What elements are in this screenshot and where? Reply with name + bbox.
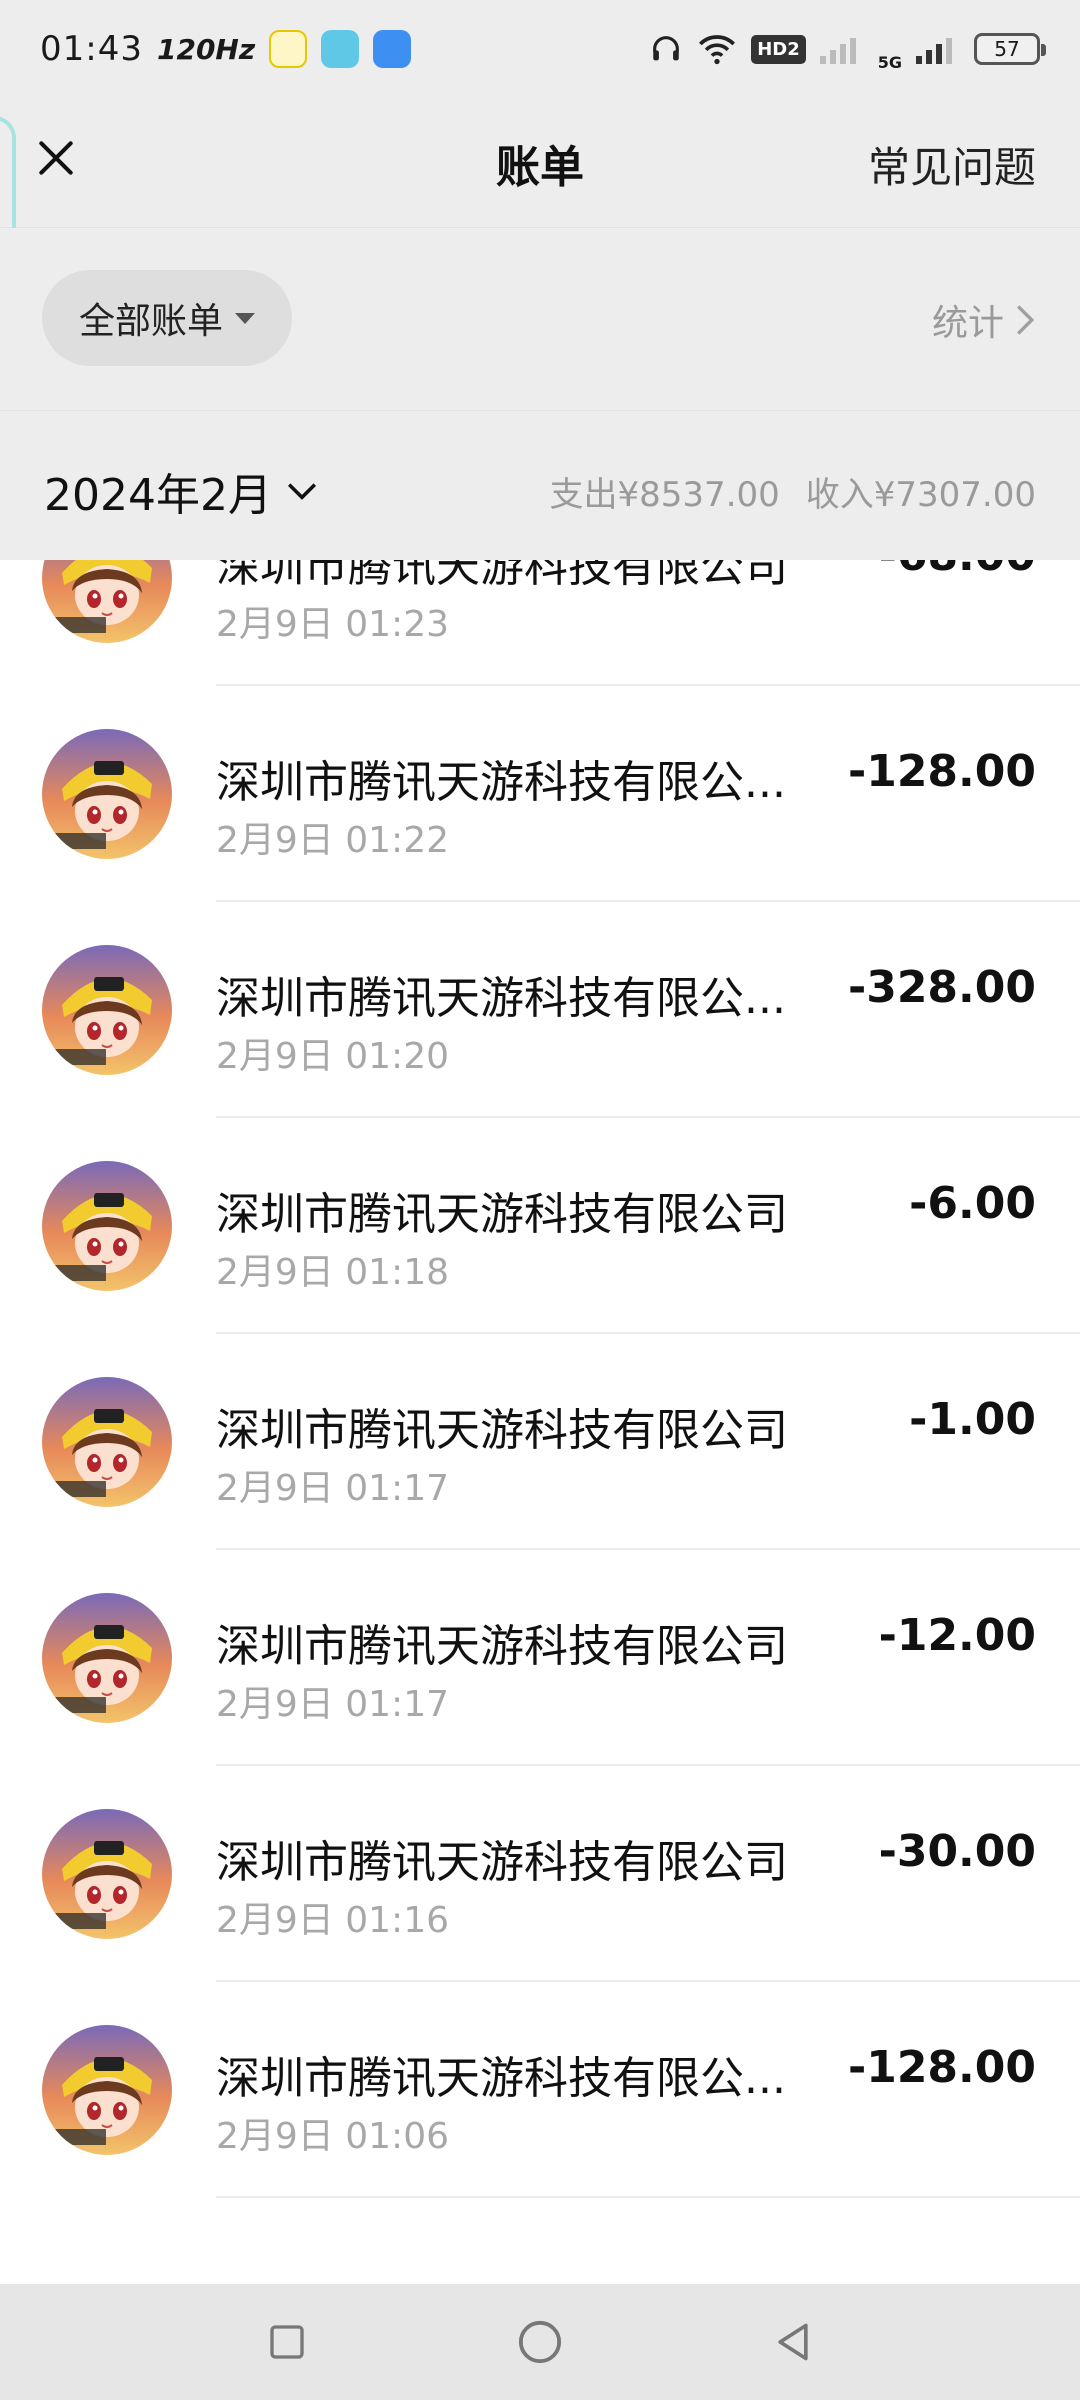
- income-total: 收入¥7307.00: [805, 475, 1036, 515]
- transaction-amount: -128.00: [847, 746, 1036, 797]
- merchant-name: 深圳市腾讯天游科技有限公司: [216, 1621, 788, 1672]
- stats-link[interactable]: 统计: [932, 294, 1036, 346]
- refresh-rate: 120Hz: [156, 32, 256, 66]
- close-icon: [39, 141, 73, 175]
- merchant-avatar: [42, 729, 172, 859]
- merchant-avatar: [42, 945, 172, 1075]
- close-button[interactable]: [28, 130, 84, 186]
- network-type: 5G: [877, 52, 902, 72]
- transaction-row[interactable]: 深圳市腾讯天游科技有限公... 2月9日 01:22 -128.00: [0, 686, 1080, 902]
- merchant-name: 深圳市腾讯天游科技有限公...: [216, 2053, 786, 2104]
- caret-down-icon: [235, 312, 255, 324]
- transaction-row[interactable]: 深圳市腾讯天游科技有限公司 2月9日 01:17 -1.00: [0, 1334, 1080, 1550]
- merchant-avatar: [42, 1161, 172, 1291]
- transaction-row[interactable]: 深圳市腾讯天游科技有限公司 2月9日 01:17 -12.00: [0, 1550, 1080, 1766]
- transaction-row[interactable]: 深圳市腾讯天游科技有限公司 2月9日 01:23 -68.00: [0, 560, 1080, 686]
- circle-icon: [518, 2320, 562, 2364]
- notification-app-icon: [269, 30, 308, 68]
- battery-level: 57: [994, 37, 1020, 61]
- filter-bar: 全部账单 统计: [0, 228, 1080, 410]
- chevron-down-icon: [287, 483, 317, 500]
- expense-total: 支出¥8537.00: [549, 475, 780, 515]
- transaction-amount: -68.00: [879, 560, 1036, 581]
- all-bills-filter-button[interactable]: 全部账单: [42, 270, 292, 366]
- month-totals: 支出¥8537.00 收入¥7307.00: [550, 467, 1036, 516]
- month-label: 2024年2月: [44, 470, 272, 521]
- status-time: 01:43: [40, 29, 143, 69]
- nav-header: 账单 常见问题: [0, 98, 1080, 228]
- transaction-row[interactable]: 深圳市腾讯天游科技有限公司 2月9日 01:18 -6.00: [0, 1118, 1080, 1334]
- transaction-time: 2月9日 01:18: [216, 1252, 449, 1293]
- transaction-amount: -328.00: [847, 962, 1036, 1013]
- screen: 01:43 120Hz HD2 5G 57 账单 常见问题 全部账单 统计 20…: [0, 0, 1080, 2400]
- system-nav-bar: [0, 2284, 1080, 2400]
- month-picker[interactable]: 2024年2月: [44, 459, 318, 523]
- transaction-time: 2月9日 01:23: [216, 604, 449, 645]
- chevron-right-icon: [1016, 305, 1035, 335]
- faq-link[interactable]: 常见问题: [868, 134, 1036, 195]
- stats-label: 统计: [931, 303, 1004, 344]
- merchant-name: 深圳市腾讯天游科技有限公...: [216, 757, 786, 808]
- status-bar: 01:43 120Hz HD2 5G 57: [0, 0, 1080, 98]
- all-bills-label: 全部账单: [78, 301, 223, 342]
- square-icon: [269, 2325, 304, 2359]
- transaction-amount: -128.00: [847, 2042, 1036, 2093]
- merchant-name: 深圳市腾讯天游科技有限公司: [216, 1405, 788, 1456]
- transaction-amount: -30.00: [878, 1826, 1036, 1877]
- status-left: 01:43 120Hz: [40, 29, 412, 69]
- status-right: HD2 5G 57: [649, 27, 1046, 72]
- battery-icon: 57: [974, 33, 1046, 65]
- transaction-time: 2月9日 01:06: [216, 2116, 449, 2157]
- merchant-avatar: [42, 1377, 172, 1507]
- transaction-time: 2月9日 01:16: [216, 1900, 449, 1941]
- month-summary-bar: 2024年2月 支出¥8537.00 收入¥7307.00: [0, 410, 1080, 560]
- wifi-icon: [699, 35, 736, 65]
- merchant-name: 深圳市腾讯天游科技有限公...: [216, 973, 786, 1024]
- transaction-amount: -12.00: [878, 1610, 1036, 1661]
- signal-icon: [916, 38, 952, 64]
- headphones-icon: [653, 36, 680, 61]
- merchant-name: 深圳市腾讯天游科技有限公司: [216, 560, 788, 592]
- transaction-row[interactable]: 深圳市腾讯天游科技有限公司 2月9日 01:16 -30.00: [0, 1766, 1080, 1982]
- merchant-avatar: [42, 2025, 172, 2155]
- notification-app-icon: [373, 30, 412, 68]
- transaction-row[interactable]: 深圳市腾讯天游科技有限公... 2月9日 01:06 -128.00: [0, 1982, 1080, 2198]
- transaction-time: 2月9日 01:17: [216, 1684, 449, 1725]
- row-divider: [216, 2196, 1080, 2198]
- notification-app-icon: [321, 30, 360, 68]
- hd-badge: HD2: [751, 34, 806, 64]
- recents-button[interactable]: [257, 2312, 317, 2372]
- transaction-time: 2月9日 01:22: [216, 820, 449, 861]
- merchant-avatar: [42, 560, 172, 643]
- transaction-amount: -6.00: [909, 1178, 1036, 1229]
- signal-icon: [819, 38, 856, 64]
- transaction-time: 2月9日 01:20: [216, 1036, 449, 1077]
- transaction-time: 2月9日 01:17: [216, 1468, 449, 1509]
- back-button[interactable]: [763, 2312, 823, 2372]
- merchant-avatar: [42, 1809, 172, 1939]
- transaction-list[interactable]: 深圳市腾讯天游科技有限公司 2月9日 01:23 -68.00 深圳市腾讯天游科技有…: [0, 560, 1080, 2284]
- merchant-name: 深圳市腾讯天游科技有限公司: [216, 1837, 788, 1888]
- back-triangle-icon: [778, 2323, 808, 2361]
- home-button[interactable]: [510, 2312, 570, 2372]
- merchant-name: 深圳市腾讯天游科技有限公司: [216, 1189, 788, 1240]
- merchant-avatar: [42, 1593, 172, 1723]
- transaction-row[interactable]: 深圳市腾讯天游科技有限公... 2月9日 01:20 -328.00: [0, 902, 1080, 1118]
- transaction-amount: -1.00: [909, 1394, 1036, 1445]
